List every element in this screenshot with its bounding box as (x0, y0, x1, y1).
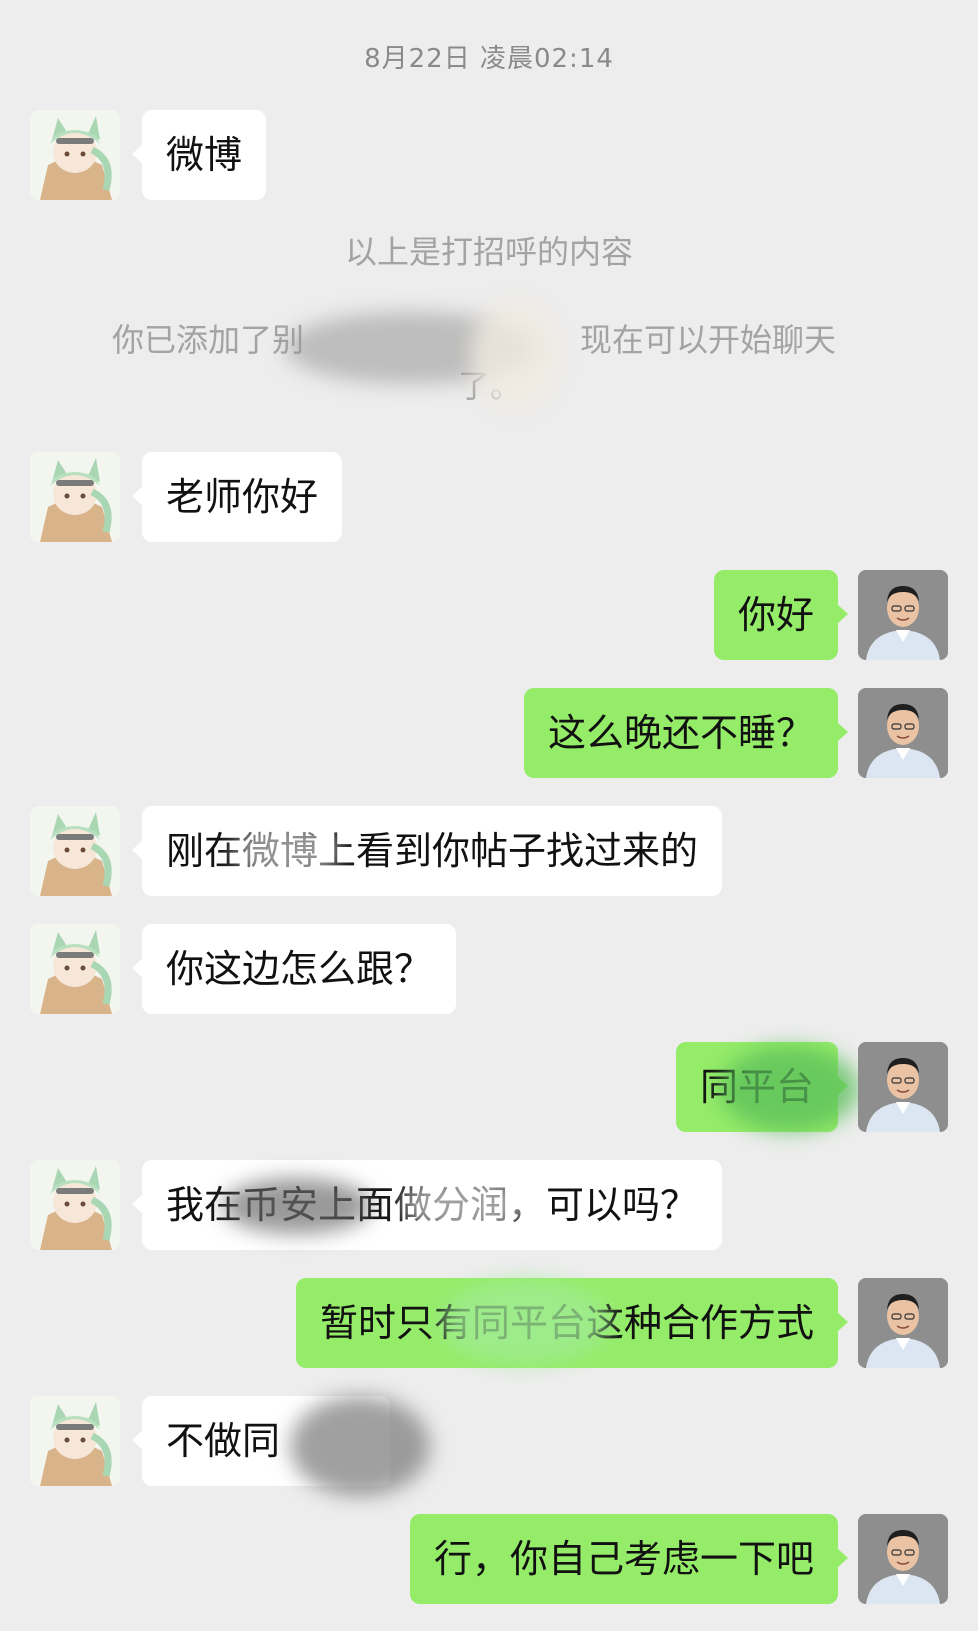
other-avatar-icon[interactable] (30, 452, 120, 542)
message-row: 同平台 (0, 1042, 978, 1132)
my-avatar-icon[interactable] (858, 570, 948, 660)
incoming-message-bubble[interactable]: 刚在微博上看到你帖子找过来的 (131, 806, 723, 896)
outgoing-message-bubble[interactable]: 同平台 (675, 1042, 849, 1132)
message-timestamp: 8月22日 凌晨02:14 (364, 44, 614, 74)
greeting-system-note: 以上是打招呼的内容 (344, 233, 633, 271)
message-row: 微博 (0, 110, 978, 200)
message-row: 我在币安上面做分润，可以吗？ (0, 1160, 978, 1250)
outgoing-message-bubble[interactable]: 暂时只有同平台这种合作方式 (295, 1278, 849, 1368)
my-avatar-icon[interactable] (858, 688, 948, 778)
my-avatar-icon[interactable] (858, 1042, 948, 1132)
outgoing-message-bubble[interactable]: 这么晚还不睡？ (523, 688, 849, 778)
message-row: 刚在微博上看到你帖子找过来的 (0, 806, 978, 896)
incoming-message-bubble[interactable]: 老师你好 (131, 452, 343, 542)
incoming-message-bubble[interactable]: 我在币安上面做分润，可以吗？ (131, 1160, 723, 1250)
message-row: 行，你自己考虑一下吧 (0, 1514, 978, 1604)
incoming-message-bubble[interactable]: 不做同 (131, 1396, 391, 1486)
my-avatar-icon[interactable] (858, 1514, 948, 1604)
incoming-message-bubble[interactable]: 你这边怎么跟？ (131, 924, 457, 1014)
other-avatar-icon[interactable] (30, 924, 120, 1014)
added-contact-note-left: 你已添加了别 (112, 321, 305, 359)
my-avatar-icon[interactable] (858, 1278, 948, 1368)
other-avatar-icon[interactable] (30, 1160, 120, 1250)
other-avatar-icon[interactable] (30, 110, 120, 200)
outgoing-message-bubble[interactable]: 行，你自己考虑一下吧 (409, 1514, 849, 1604)
message-row: 你这边怎么跟？ (0, 924, 978, 1014)
message-row: 这么晚还不睡？ (0, 688, 978, 778)
message-row: 你好 (0, 570, 978, 660)
chat-conversation: 8月22日 凌晨02:14 以上是打招呼的内容 你已添加了别 现在可以开始聊天 … (0, 0, 978, 1631)
added-contact-note-line2: 了。 (458, 367, 523, 405)
added-contact-note-right: 现在可以开始聊天 (580, 321, 837, 359)
message-row: 老师你好 (0, 452, 978, 542)
message-row: 不做同 (0, 1396, 978, 1496)
outgoing-message-bubble[interactable]: 你好 (713, 570, 849, 660)
message-row: 暂时只有同平台这种合作方式 (0, 1278, 978, 1368)
other-avatar-icon[interactable] (30, 806, 120, 896)
other-avatar-icon[interactable] (30, 1396, 120, 1486)
incoming-message-bubble[interactable]: 微博 (131, 110, 267, 200)
